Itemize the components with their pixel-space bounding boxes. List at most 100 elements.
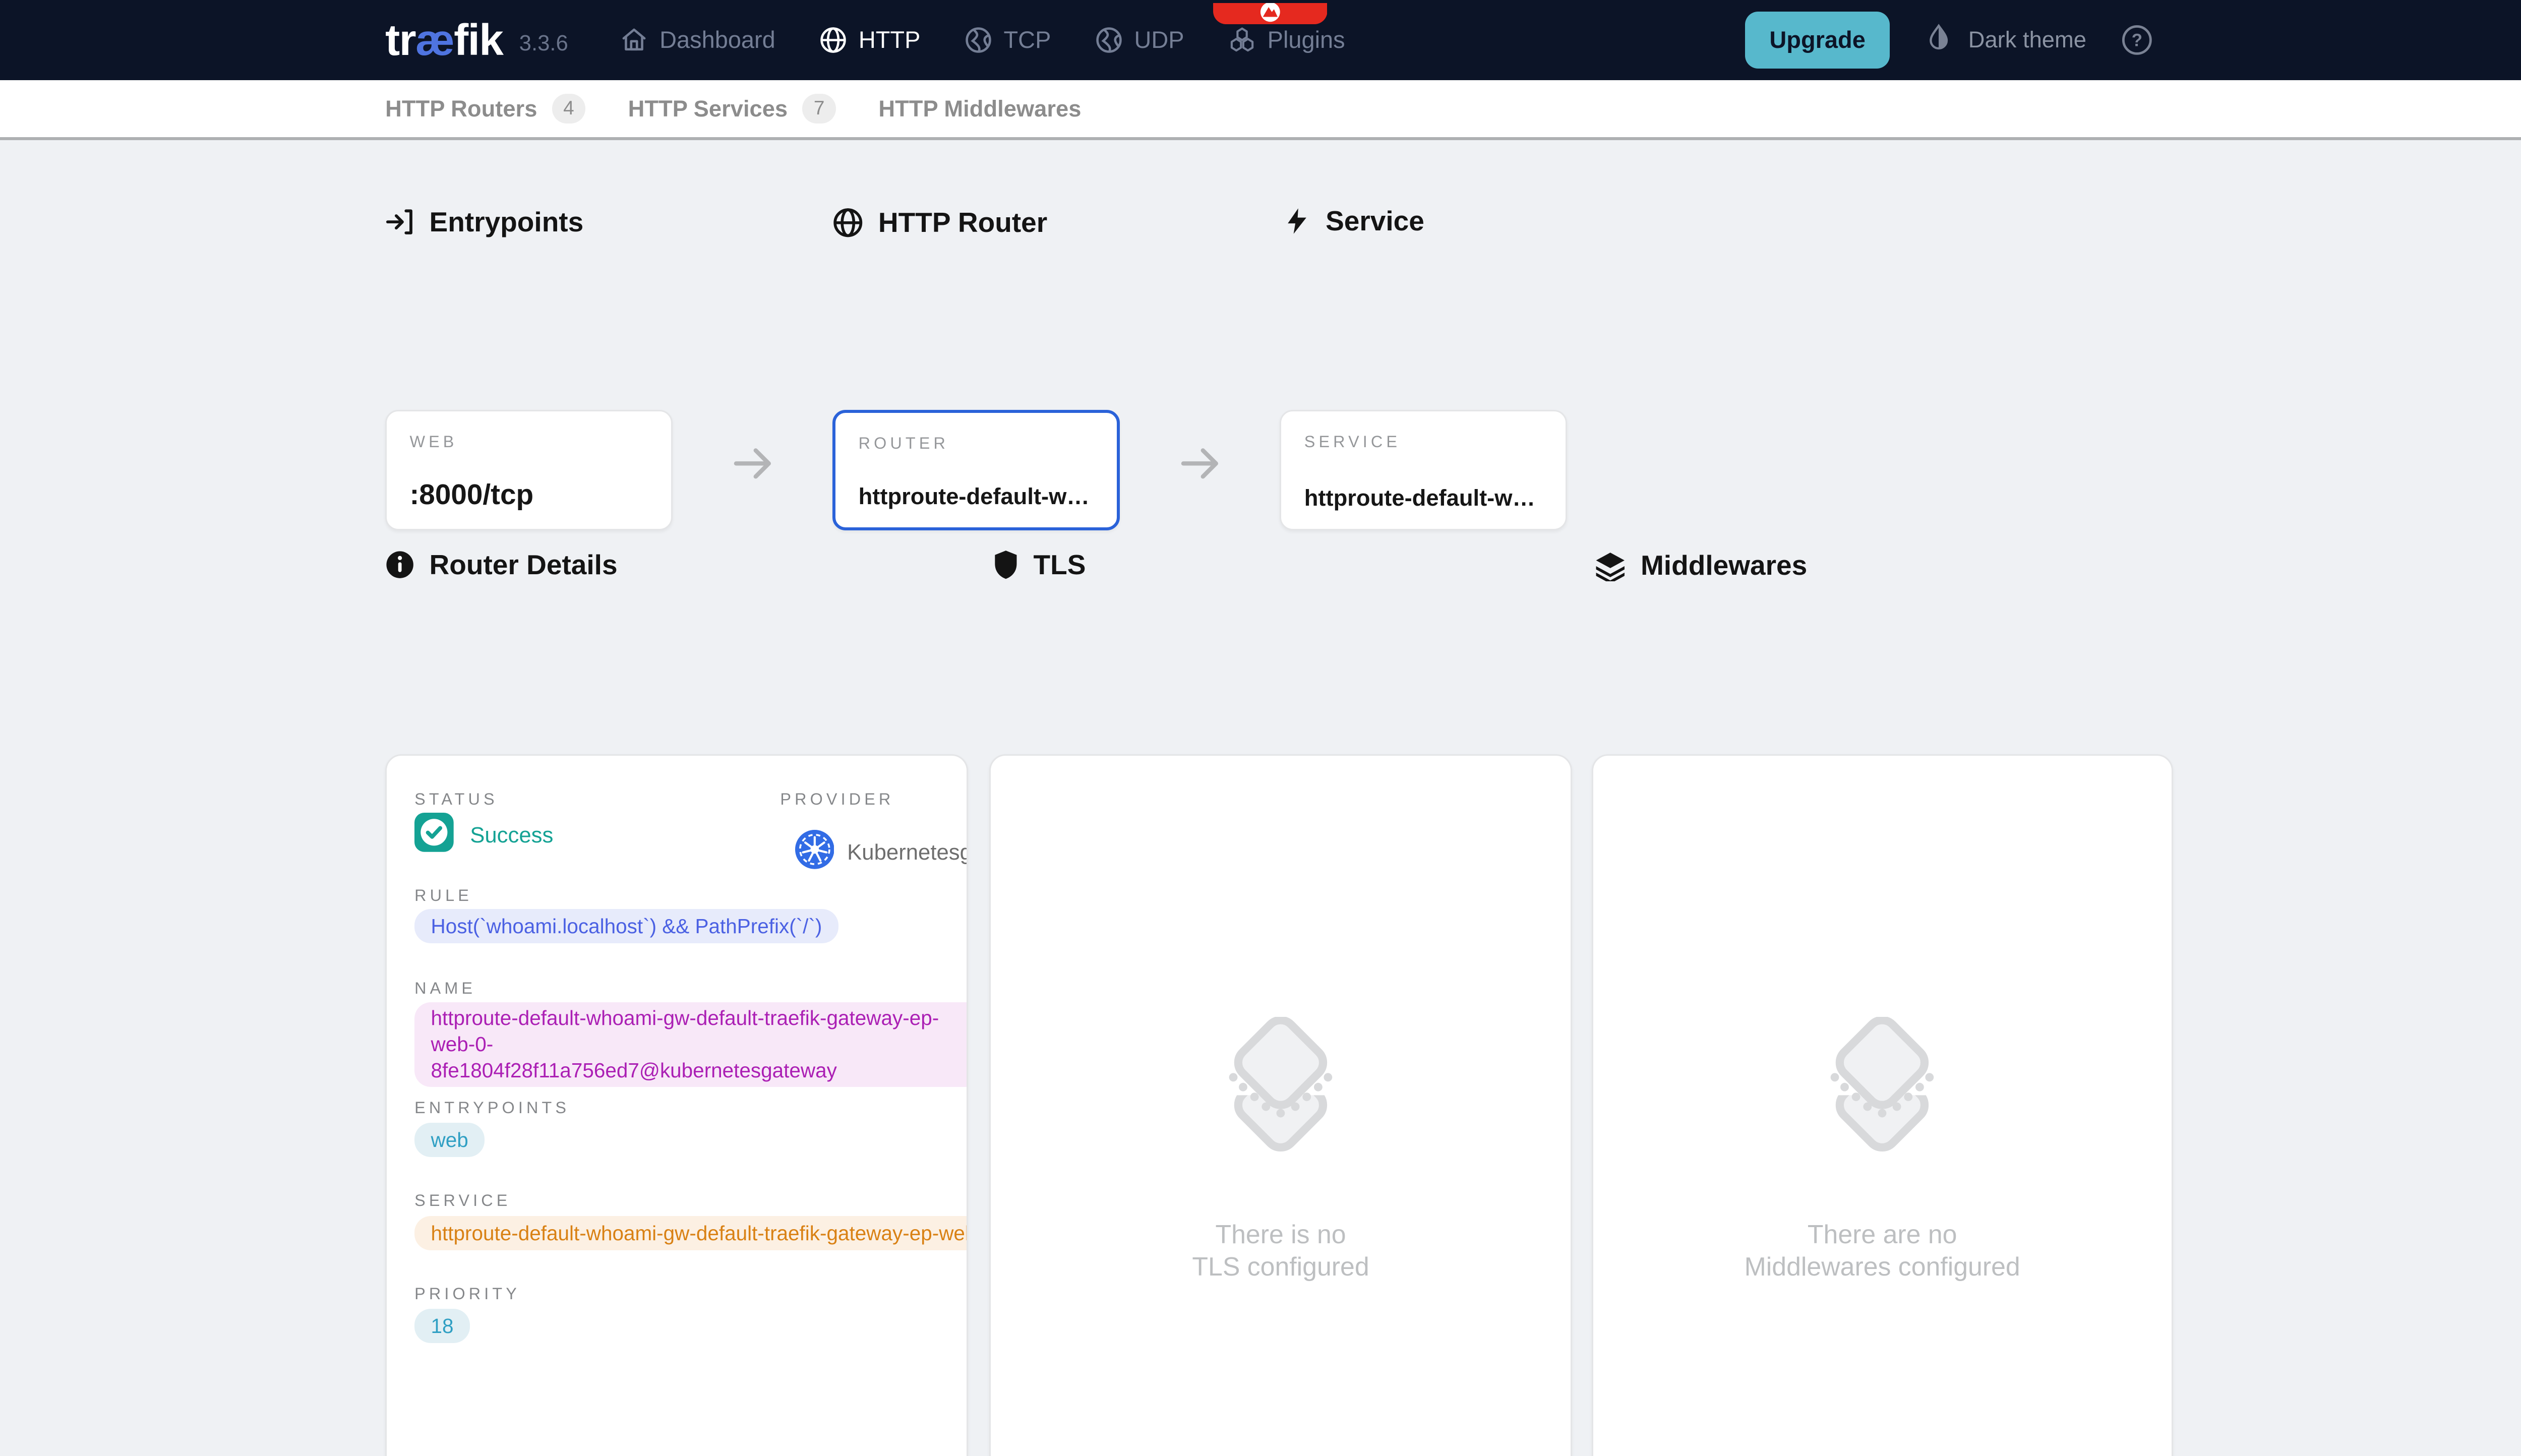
- kubernetes-icon: [795, 830, 834, 875]
- status-label: STATUS: [414, 790, 498, 809]
- middlewares-card: There are no Middlewares configured: [1592, 754, 2173, 1456]
- name-line: httproute-default-whoami-gw-default-trae…: [431, 1005, 952, 1058]
- nav-label: Plugins: [1268, 26, 1345, 53]
- entrypoints-heading: Entrypoints: [385, 207, 583, 236]
- info-icon: [385, 550, 414, 579]
- lightning-icon: [1283, 207, 1311, 235]
- home-icon: [620, 26, 648, 54]
- traefik-logo[interactable]: træfik: [385, 18, 503, 62]
- recording-indicator-badge[interactable]: [1213, 0, 1328, 21]
- empty-line: TLS configured: [1192, 1251, 1369, 1283]
- tls-card: There is no TLS configured: [989, 754, 1572, 1456]
- http-router-heading: HTTP Router: [832, 207, 1047, 238]
- router-card[interactable]: ROUTER httproute-default-whoami-gw-defau…: [832, 410, 1120, 531]
- card-label: SERVICE: [1304, 433, 1543, 451]
- version-label: 3.3.6: [519, 24, 568, 56]
- entrypoints-label: ENTRYPOINTS: [414, 1099, 570, 1117]
- svg-text:?: ?: [2132, 30, 2142, 50]
- provider-value: Kubernetesg: [847, 840, 968, 865]
- nav-item-http[interactable]: HTTP: [819, 0, 920, 80]
- router-details-card: STATUS Success PROVIDER Kubernetesg RULE…: [385, 754, 968, 1456]
- dark-theme-toggle[interactable]: Dark theme: [1924, 23, 2086, 57]
- service-label: SERVICE: [414, 1191, 511, 1210]
- heading-text: HTTP Router: [878, 209, 1047, 236]
- tab-count-badge: 7: [802, 94, 836, 123]
- navbar-right: Upgrade Dark theme ?: [1745, 12, 2153, 69]
- entrypoint-chip: web: [414, 1123, 485, 1157]
- priority-chip: 18: [414, 1309, 470, 1343]
- heading-text: Router Details: [430, 551, 618, 579]
- service-chip: httproute-default-whoami-gw-default-trae…: [414, 1216, 968, 1250]
- empty-layers-icon: [1807, 1017, 1957, 1167]
- heading-text: Service: [1326, 207, 1424, 235]
- arrow-into-bracket-icon: [385, 207, 414, 236]
- empty-line: There are no: [1745, 1219, 2020, 1250]
- name-label: NAME: [414, 979, 476, 998]
- priority-label: PRIORITY: [414, 1285, 520, 1303]
- entrypoint-port-value: :8000/tcp: [409, 478, 651, 511]
- success-check-icon: [414, 813, 454, 858]
- logo-text: tr: [385, 15, 415, 65]
- status-value: Success: [470, 823, 553, 848]
- flow-arrow-icon: [730, 441, 778, 493]
- router-name-value: httproute-default-whoami-gw-default-trae…: [859, 483, 1098, 510]
- logo-text: fik: [454, 15, 503, 65]
- cubes-icon: [1228, 26, 1256, 54]
- tab-label: HTTP Middlewares: [878, 96, 1081, 122]
- shield-icon: [993, 550, 1019, 579]
- sphere-icon: [1095, 26, 1123, 54]
- provider-block: PROVIDER Kubernetesg: [780, 790, 968, 875]
- nav-label: TCP: [1004, 26, 1051, 53]
- tab-label: HTTP Services: [628, 96, 788, 122]
- contrast-drop-icon: [1924, 23, 1953, 57]
- card-label: ROUTER: [859, 434, 1094, 453]
- logo-ae: æ: [415, 15, 454, 65]
- heading-text: Middlewares: [1641, 552, 1807, 579]
- service-heading: Service: [1283, 207, 1424, 235]
- tls-heading: TLS: [993, 550, 1086, 579]
- rule-chip: Host(`whoami.localhost`) && PathPrefix(`…: [414, 909, 838, 943]
- tab-count-badge: 4: [552, 94, 586, 123]
- sphere-icon: [965, 26, 992, 54]
- tab-http-services[interactable]: HTTP Services 7: [628, 94, 836, 123]
- globe-icon: [819, 26, 847, 54]
- tab-label: HTTP Routers: [385, 96, 537, 122]
- name-line: 8fe1804f28f11a756ed7@kubernetesgateway: [431, 1058, 952, 1084]
- nav-item-udp[interactable]: UDP: [1095, 0, 1184, 80]
- tab-http-middlewares[interactable]: HTTP Middlewares: [878, 96, 1081, 122]
- layers-icon: [1595, 550, 1626, 581]
- dark-theme-label: Dark theme: [1968, 27, 2086, 53]
- empty-line: There is no: [1192, 1219, 1369, 1250]
- service-card[interactable]: SERVICE httproute-default-whoami-gw-defa…: [1280, 410, 1567, 531]
- nav-label: UDP: [1134, 26, 1184, 53]
- flow-arrow-icon: [1177, 441, 1226, 493]
- globe-icon: [832, 207, 864, 238]
- http-tabbar: HTTP Routers 4 HTTP Services 7 HTTP Midd…: [0, 80, 2521, 141]
- rule-label: RULE: [414, 886, 472, 905]
- router-details-heading: Router Details: [385, 550, 617, 579]
- heading-text: Entrypoints: [430, 208, 584, 236]
- router-detail-page: Entrypoints HTTP Router Service WEB :800…: [0, 140, 2521, 1456]
- status-badge: Success: [414, 813, 553, 858]
- navbar: træfik 3.3.6 Dashboard HTTP TCP UDP Plug…: [0, 0, 2521, 80]
- service-name-value: httproute-default-whoami-gw-default-trae…: [1304, 485, 1546, 511]
- entrypoint-card[interactable]: WEB :8000/tcp: [385, 410, 673, 531]
- empty-layers-icon: [1206, 1017, 1356, 1167]
- middlewares-empty-message: There are no Middlewares configured: [1745, 1219, 2020, 1282]
- provider-badge: Kubernetesg: [780, 830, 968, 875]
- tab-http-routers[interactable]: HTTP Routers 4: [385, 94, 585, 123]
- card-label: WEB: [409, 433, 648, 451]
- provider-label: PROVIDER: [780, 790, 968, 809]
- empty-line: Middlewares configured: [1745, 1251, 2020, 1283]
- nav-label: Dashboard: [659, 26, 775, 53]
- nav-item-dashboard[interactable]: Dashboard: [620, 0, 775, 80]
- tls-empty-message: There is no TLS configured: [1192, 1219, 1369, 1282]
- middlewares-heading: Middlewares: [1595, 550, 1807, 581]
- name-chip: httproute-default-whoami-gw-default-trae…: [414, 1002, 968, 1087]
- help-icon[interactable]: ?: [2121, 24, 2153, 56]
- nav-label: HTTP: [859, 26, 921, 53]
- nav-item-tcp[interactable]: TCP: [965, 0, 1051, 80]
- upgrade-button[interactable]: Upgrade: [1745, 12, 1890, 69]
- traefik-dashboard: træfik 3.3.6 Dashboard HTTP TCP UDP Plug…: [0, 0, 2521, 1456]
- heading-text: TLS: [1034, 551, 1086, 579]
